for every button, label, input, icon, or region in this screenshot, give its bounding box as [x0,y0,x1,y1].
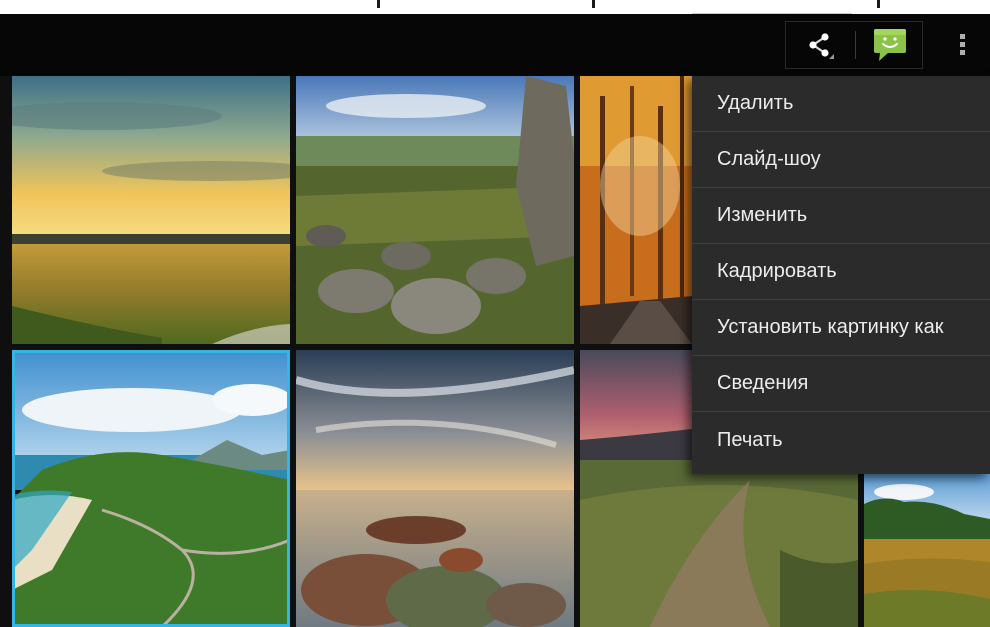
strip-mark [377,0,380,8]
photo-thumbnail [580,76,692,344]
share-action-group [785,21,923,69]
photo-tile-autumn-forest-road[interactable] [580,76,692,344]
photo-thumbnail [864,474,990,627]
menu-item-details[interactable]: Сведения [692,356,990,412]
menu-item-delete[interactable]: Удалить [692,76,990,132]
photo-thumbnail [296,350,574,627]
photo-tile-rocky-valley[interactable] [296,76,574,344]
overflow-menu-icon [960,34,965,55]
top-strip [0,0,990,14]
photo-tile-rocks-by-sea[interactable] [296,350,574,627]
photo-tile-coastal-hills[interactable] [12,350,290,627]
menu-item-edit[interactable]: Изменить [692,188,990,244]
photo-thumbnail [12,76,290,344]
share-icon [809,33,834,59]
menu-item-crop[interactable]: Кадрировать [692,244,990,300]
action-bar [0,14,990,76]
photo-thumbnail [12,350,290,627]
share-via-messaging-button[interactable] [860,25,920,65]
photo-thumbnail [296,76,574,344]
menu-item-slideshow[interactable]: Слайд-шоу [692,132,990,188]
share-button[interactable] [786,22,854,68]
overflow-menu-button[interactable] [946,30,980,60]
photo-tile-field-and-trees[interactable] [864,474,990,627]
strip-mark [592,0,595,8]
photo-tile-sunset-meadow[interactable] [12,76,290,344]
menu-item-set-picture-as[interactable]: Установить картинку как [692,300,990,356]
action-divider [855,31,856,59]
menu-item-print[interactable]: Печать [692,412,990,468]
strip-mark [877,0,880,8]
overflow-menu: Удалить Слайд-шоу Изменить Кадрировать У… [692,76,990,474]
message-app-icon [874,29,906,61]
